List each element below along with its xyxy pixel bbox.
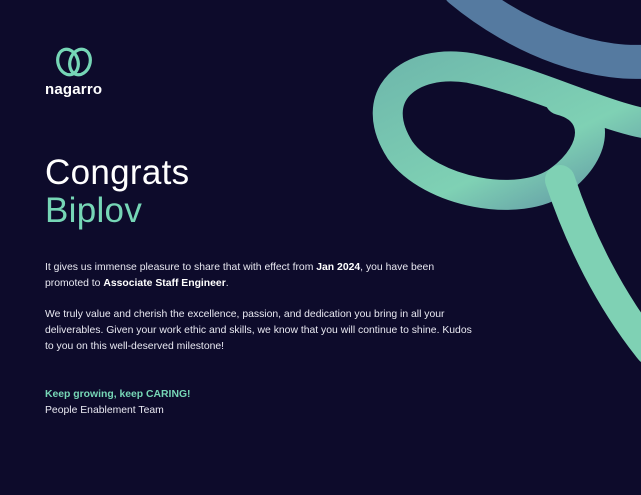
congratulations-card: nagarro Congrats Biplov It gives us imme… [0,0,641,495]
nagarro-logo-mark-icon [56,47,92,77]
nagarro-logo: nagarro [45,44,109,99]
headline: Congrats Biplov [45,154,189,230]
promotion-paragraph: It gives us immense pleasure to share th… [45,260,475,292]
message-body: It gives us immense pleasure to share th… [45,260,475,370]
recipient-name: Biplov [45,191,143,230]
signoff-team-name: People Enablement Team [45,405,164,416]
effective-date: Jan 2024 [316,262,361,273]
promotion-intro-text: It gives us immense pleasure to share th… [45,262,317,273]
signoff: Keep growing, keep CARING! People Enable… [45,387,190,419]
brand-wordmark: nagarro [45,81,103,98]
promotion-end-text: . [225,278,229,289]
headline-greeting: Congrats [45,153,190,192]
signoff-tagline: Keep growing, keep CARING! [45,389,191,400]
new-role-title: Associate Staff Engineer [103,278,226,289]
appreciation-paragraph: We truly value and cherish the excellenc… [45,309,472,352]
